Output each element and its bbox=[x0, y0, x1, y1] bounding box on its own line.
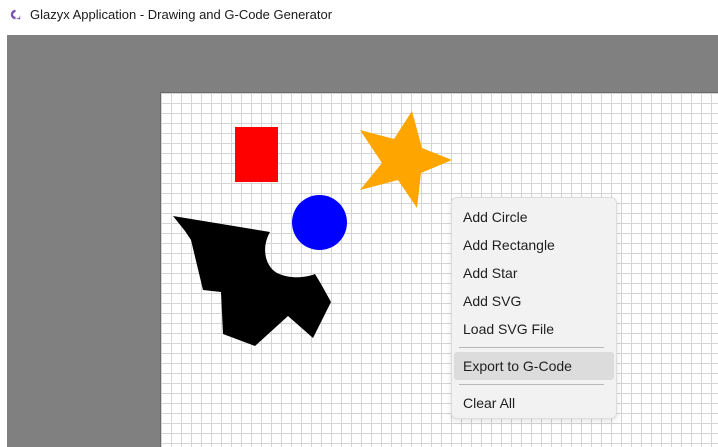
menu-item-load-svg-file[interactable]: Load SVG File bbox=[452, 315, 616, 343]
menu-item-clear-all[interactable]: Clear All bbox=[452, 389, 616, 417]
menu-separator bbox=[459, 347, 604, 348]
window-left-edge bbox=[0, 30, 7, 447]
menu-item-add-star[interactable]: Add Star bbox=[452, 259, 616, 287]
menu-separator bbox=[459, 384, 604, 385]
orange-star-shape[interactable] bbox=[360, 111, 452, 208]
title-bar[interactable]: Glazyx Application - Drawing and G-Code … bbox=[0, 0, 718, 30]
menu-item-add-svg[interactable]: Add SVG bbox=[452, 287, 616, 315]
app-window: Glazyx Application - Drawing and G-Code … bbox=[0, 0, 718, 447]
window-title: Glazyx Application - Drawing and G-Code … bbox=[30, 7, 333, 22]
black-svg-shape[interactable] bbox=[173, 216, 333, 346]
menu-item-export-gcode[interactable]: Export to G-Code bbox=[454, 352, 614, 380]
context-menu: Add Circle Add Rectangle Add Star Add SV… bbox=[451, 197, 617, 419]
app-logo-icon bbox=[10, 9, 21, 20]
menu-item-add-rectangle[interactable]: Add Rectangle bbox=[452, 231, 616, 259]
red-rectangle-shape[interactable] bbox=[235, 127, 278, 182]
menu-item-add-circle[interactable]: Add Circle bbox=[452, 203, 616, 231]
